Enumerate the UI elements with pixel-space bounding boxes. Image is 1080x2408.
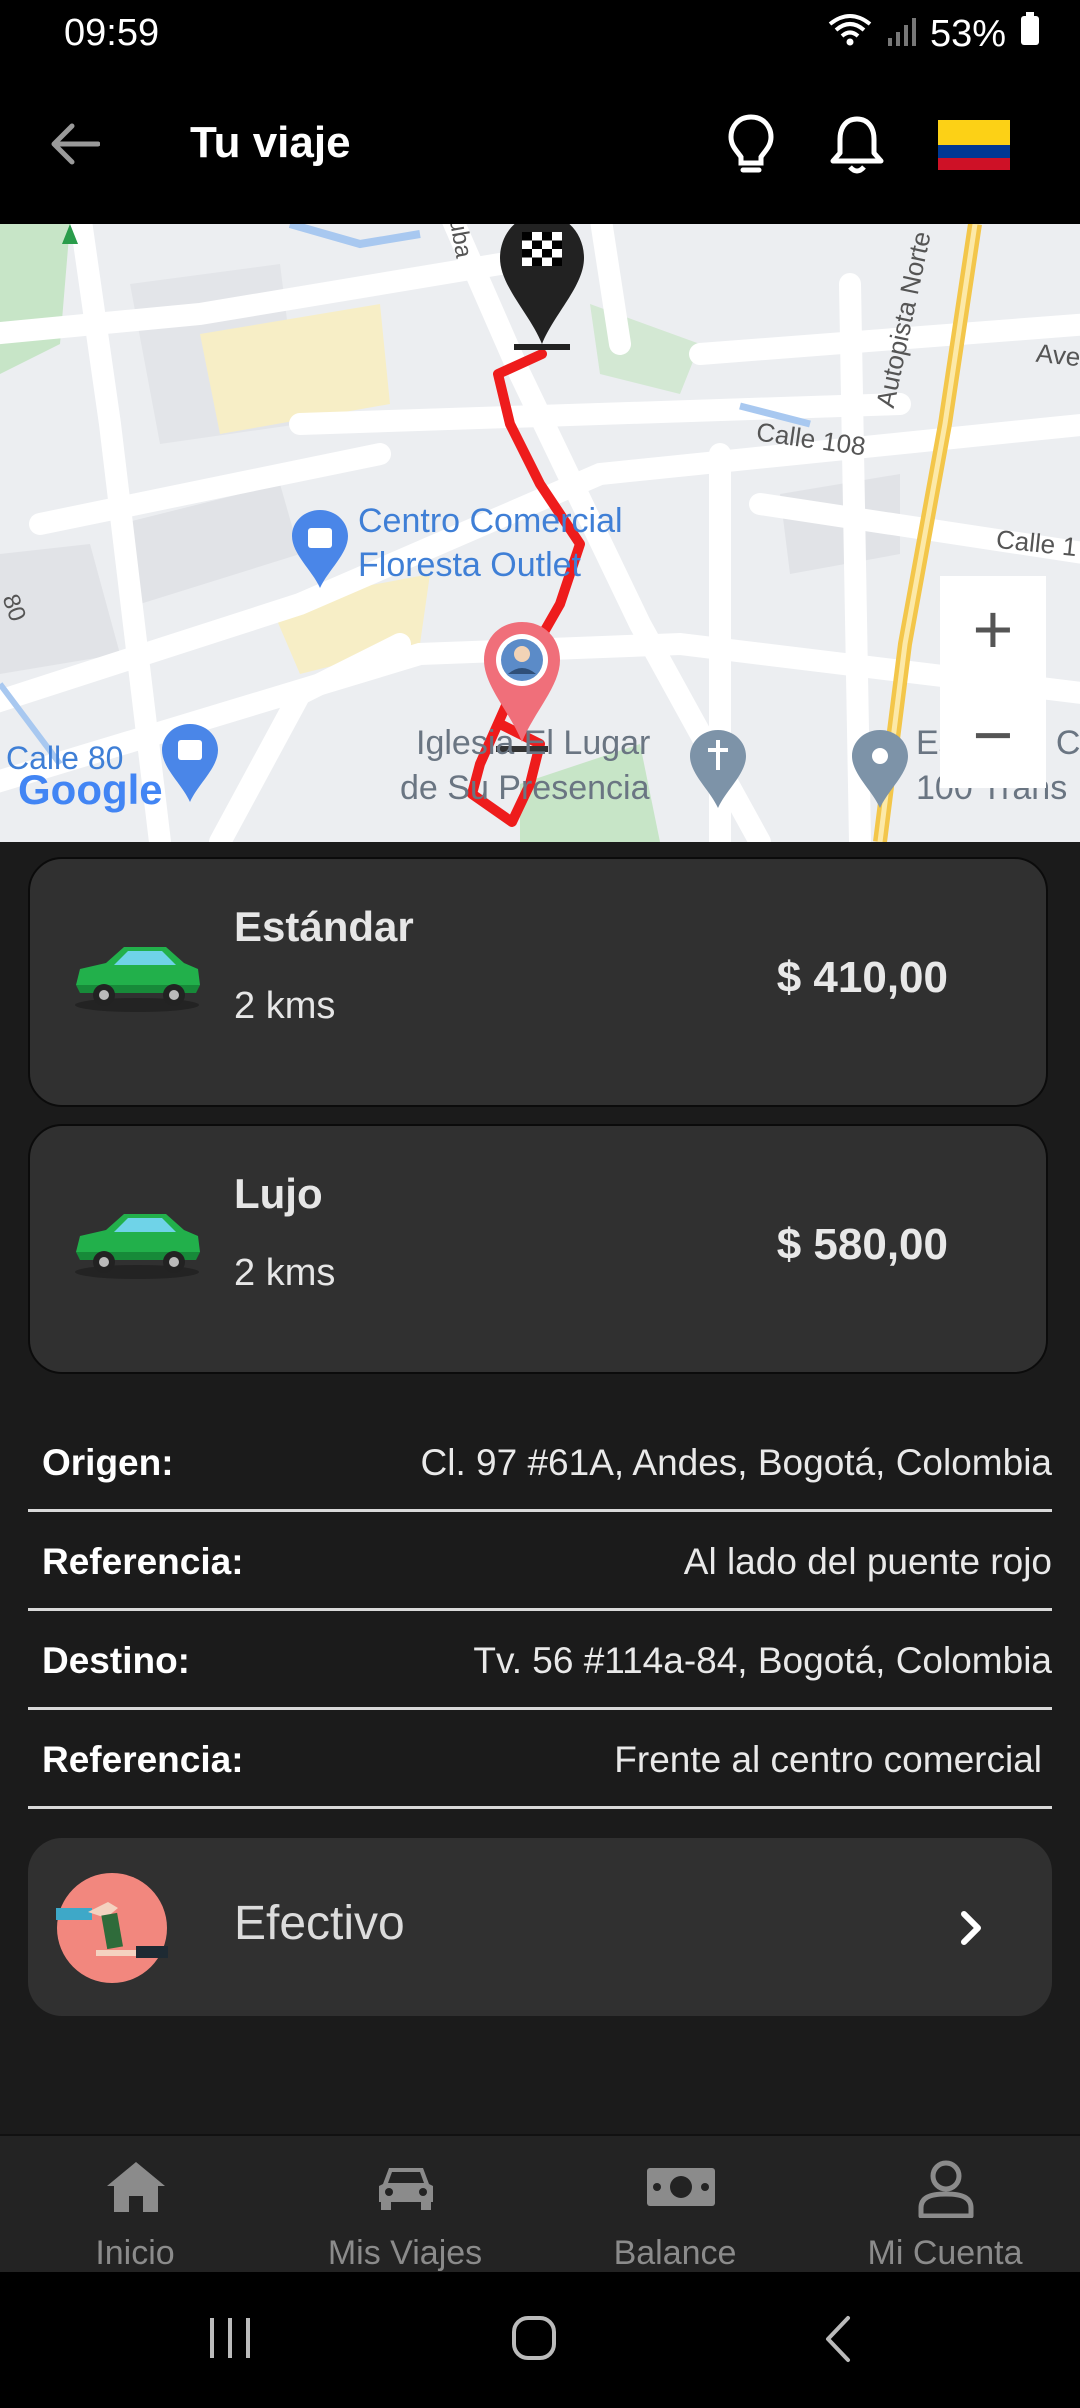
vehicle-card-estandar[interactable]: Estándar 2 kms $ 410,00 bbox=[28, 857, 1048, 1107]
back-nav-icon[interactable] bbox=[820, 2314, 856, 2369]
info-value: Frente al centro comercial bbox=[614, 1739, 1042, 1780]
info-row-origen: Origen: Cl. 97 #61A, Andes, Bogotá, Colo… bbox=[28, 1414, 1052, 1512]
nav-label: Mis Viajes bbox=[327, 2234, 483, 2272]
map-label-church-2: de Su Presencia bbox=[400, 769, 650, 807]
home-button-icon[interactable] bbox=[510, 2314, 558, 2367]
status-bar: 09:59 53% bbox=[0, 0, 1080, 72]
battery-icon bbox=[1020, 12, 1040, 56]
car-icon bbox=[70, 1206, 204, 1287]
info-value: Tv. 56 #114a-84, Bogotá, Colombia bbox=[473, 1640, 1052, 1681]
vehicle-name: Lujo bbox=[234, 1170, 323, 1217]
vehicle-distance: 2 kms bbox=[234, 985, 336, 1027]
vehicle-price: $ 580,00 bbox=[776, 1220, 948, 1269]
nav-item-balance[interactable]: Balance bbox=[540, 2136, 810, 2274]
map-label-ave: Ave bbox=[1034, 337, 1080, 373]
signal-icon bbox=[886, 13, 916, 56]
nav-label: Mi Cuenta bbox=[867, 2234, 1023, 2272]
home-icon bbox=[107, 2162, 165, 2212]
nav-label: Balance bbox=[613, 2234, 737, 2272]
money-icon bbox=[647, 2168, 715, 2206]
info-label: Destino: bbox=[42, 1640, 190, 1681]
wifi-icon bbox=[828, 12, 872, 56]
zoom-in-button[interactable]: + bbox=[940, 576, 1046, 683]
nav-item-inicio[interactable]: Inicio bbox=[0, 2136, 270, 2274]
status-icons: 53% bbox=[828, 12, 1040, 56]
info-label: Referencia: bbox=[42, 1739, 244, 1780]
map-label-church: Iglesia El Lugar bbox=[416, 724, 651, 762]
info-row-referencia-origen: Referencia: Al lado del puente rojo bbox=[28, 1513, 1052, 1611]
map-label-mall-2: Floresta Outlet bbox=[358, 546, 581, 584]
cash-icon bbox=[56, 1872, 168, 1989]
vehicle-name: Estándar bbox=[234, 903, 414, 950]
app-bar: Tu viaje bbox=[0, 72, 1080, 224]
nav-item-mis-viajes[interactable]: Mis Viajes bbox=[270, 2136, 540, 2274]
status-time: 09:59 bbox=[64, 12, 160, 54]
map-label-mall: Centro Comercial bbox=[358, 502, 623, 540]
user-icon bbox=[918, 2160, 974, 2218]
zoom-out-button[interactable]: − bbox=[940, 682, 1046, 788]
info-label: Referencia: bbox=[42, 1541, 244, 1582]
info-label: Origen: bbox=[42, 1442, 174, 1483]
bottom-nav: Inicio Mis Viajes Balance Mi Cuenta bbox=[0, 2134, 1080, 2274]
info-value: Al lado del puente rojo bbox=[683, 1541, 1052, 1582]
payment-method-button[interactable]: Efectivo bbox=[28, 1838, 1052, 2016]
payment-method-label: Efectivo bbox=[234, 1897, 405, 1950]
system-nav-bar bbox=[0, 2272, 1080, 2408]
bell-icon[interactable] bbox=[822, 110, 892, 180]
info-row-destino: Destino: Tv. 56 #114a-84, Bogotá, Colomb… bbox=[28, 1612, 1052, 1710]
recent-apps-icon[interactable] bbox=[206, 2316, 254, 2365]
lightbulb-icon[interactable] bbox=[718, 108, 784, 182]
vehicle-distance: 2 kms bbox=[234, 1252, 336, 1294]
car-icon bbox=[379, 2168, 433, 2210]
car-icon bbox=[70, 939, 204, 1020]
vehicle-price: $ 410,00 bbox=[776, 953, 948, 1002]
chevron-right-icon bbox=[960, 1910, 984, 1951]
vehicle-card-lujo[interactable]: Lujo 2 kms $ 580,00 bbox=[28, 1124, 1048, 1374]
nav-label: Inicio bbox=[95, 2234, 175, 2272]
info-value: Cl. 97 #61A, Andes, Bogotá, Colombia bbox=[420, 1442, 1052, 1483]
nav-item-mi-cuenta[interactable]: Mi Cuenta bbox=[810, 2136, 1080, 2274]
colombia-flag-icon[interactable] bbox=[938, 120, 1010, 170]
battery-level: 53% bbox=[929, 12, 1006, 55]
route-map[interactable]: Centro Comercial Floresta Outlet Iglesia… bbox=[0, 224, 1080, 842]
google-logo: Google bbox=[18, 766, 163, 813]
info-row-referencia-destino: Referencia: Frente al centro comercial bbox=[28, 1711, 1052, 1809]
back-arrow-icon[interactable] bbox=[38, 108, 110, 180]
page-title: Tu viaje bbox=[190, 118, 351, 167]
map-label-cuba: uba bbox=[443, 224, 478, 260]
